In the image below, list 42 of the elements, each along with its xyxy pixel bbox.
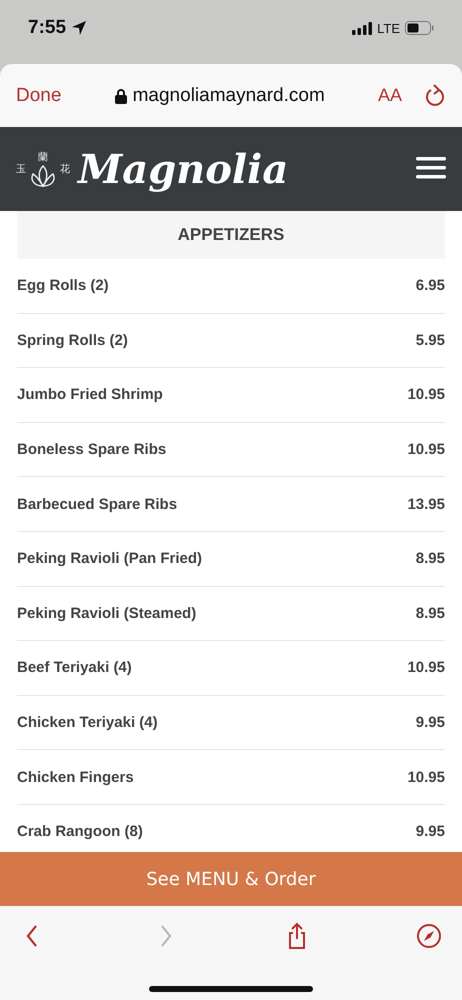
dish-name: Barbecued Spare Ribs	[17, 496, 178, 513]
dish-name: Peking Ravioli (Pan Fried)	[17, 550, 202, 568]
dish-price: 9.95	[416, 714, 445, 732]
dish-name: Beef Teriyaki (4)	[17, 659, 132, 676]
logo-character: 蘭	[38, 150, 48, 164]
dish-name: Crab Rangoon (8)	[17, 823, 143, 840]
dish-name: Egg Rolls (2)	[17, 277, 109, 294]
reload-icon[interactable]	[424, 84, 446, 108]
dish-price: 8.95	[416, 604, 445, 622]
menu-icon	[416, 156, 446, 178]
dish-price: 13.95	[407, 496, 445, 513]
dish-price: 6.95	[416, 277, 445, 294]
section-title: APPETIZERS	[178, 225, 284, 245]
signal-icon	[352, 22, 372, 34]
text-size-button[interactable]: AA	[378, 85, 402, 106]
dish-price: 10.95	[407, 659, 445, 676]
dish-price: 9.95	[416, 823, 445, 840]
dish-name: Boneless Spare Ribs	[17, 441, 166, 458]
location-arrow-icon	[71, 20, 88, 36]
dish-price: 8.95	[416, 550, 445, 568]
lock-icon	[114, 88, 127, 104]
battery-icon	[405, 21, 434, 35]
dish-name: Spring Rolls (2)	[17, 332, 128, 349]
compass-icon	[416, 922, 442, 950]
dish-name: Chicken Fingers	[17, 768, 134, 786]
compass-button[interactable]	[416, 922, 442, 950]
menu-button[interactable]	[416, 156, 446, 182]
dish-name: Chicken Teriyaki (4)	[17, 714, 158, 732]
logo-character: 玉	[16, 163, 26, 176]
network-label: LTE	[377, 20, 400, 36]
dish-price: 10.95	[407, 386, 445, 404]
dish-price: 5.95	[416, 332, 445, 349]
site-logo-text[interactable]: Magnolia	[78, 146, 288, 192]
dish-price: 10.95	[407, 768, 445, 786]
order-button[interactable]: See MENU & Order	[0, 852, 462, 906]
dish-price: 10.95	[407, 441, 445, 458]
status-time: 7:55	[28, 17, 66, 39]
dish-name: Peking Ravioli (Steamed)	[17, 604, 196, 622]
dish-name: Jumbo Fried Shrimp	[17, 386, 163, 404]
logo-character: 花	[60, 162, 70, 176]
address-bar[interactable]: magnoliamaynard.com	[114, 84, 325, 106]
done-button[interactable]: Done	[16, 84, 62, 106]
